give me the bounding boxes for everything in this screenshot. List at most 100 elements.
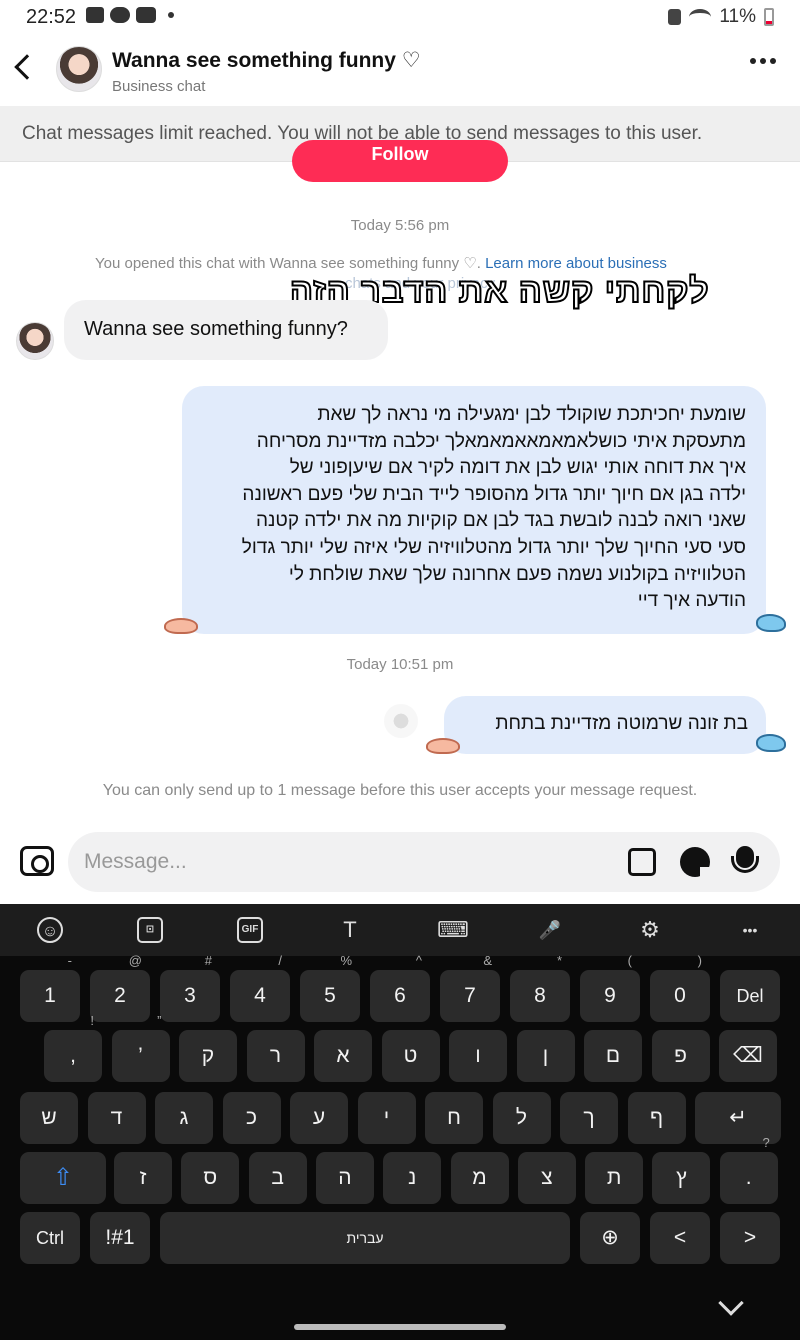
avatar[interactable] [56, 46, 102, 92]
key-0[interactable]: 0) [650, 954, 710, 1022]
key-row3-3[interactable]: כ [222, 1092, 281, 1144]
seal-sticker-icon [756, 614, 786, 632]
key-row2-9[interactable]: פ [651, 1030, 710, 1082]
key-row2-4[interactable]: א [314, 1030, 372, 1082]
key-row3-2[interactable]: ג [155, 1092, 213, 1144]
key-row3-4[interactable]: ע [290, 1092, 348, 1144]
hide-keyboard-icon[interactable] [718, 1290, 744, 1316]
sender-avatar[interactable] [16, 322, 54, 360]
dog-sticker-icon [164, 618, 198, 634]
cloud-icon [110, 7, 130, 23]
settings-gear-icon[interactable]: ⚙ [637, 917, 663, 943]
outgoing-message[interactable]: שומעת יחכיתכת שוקולד לבן ימגעילה מי נראה… [182, 386, 766, 634]
key-row4-8[interactable]: ת [585, 1152, 644, 1204]
outgoing-message-text: בת זונה שרמוטה מזדיינת בתחת [495, 713, 748, 734]
key-row2-2[interactable]: ק [179, 1030, 237, 1082]
system-icons: 11% [668, 6, 774, 28]
follow-button[interactable]: Follow [292, 140, 508, 182]
key-row3-9[interactable]: ף [627, 1092, 686, 1144]
key-row4-9[interactable]: ץ [652, 1152, 711, 1204]
sticker-icon[interactable]: ⊡ [137, 917, 163, 943]
emoji-icon[interactable]: ☺ [37, 917, 63, 943]
outgoing-message-text: שומעת יחכיתכת שוקולד לבן ימגעילה מי נראה… [241, 404, 746, 612]
key-row4-4[interactable]: ה [315, 1152, 374, 1204]
key-row4-6[interactable]: מ [450, 1152, 509, 1204]
key-row4-5[interactable]: נ [383, 1152, 442, 1204]
sending-indicator-icon [384, 704, 418, 738]
gallery-icon [86, 7, 104, 23]
space-key[interactable]: עברית [160, 1212, 570, 1264]
key-row2-0[interactable]: ,! [44, 1014, 102, 1082]
handwriting-icon[interactable]: T [337, 917, 363, 943]
key-8[interactable]: 8 * [510, 954, 570, 1022]
cursor-left-key[interactable]: < [650, 1212, 710, 1264]
learn-more-link[interactable]: Learn more about business [485, 255, 667, 272]
key-row2-1[interactable]: ’” [111, 1014, 170, 1082]
seal-sticker-icon [756, 734, 786, 752]
key-row4-7[interactable]: צ [517, 1152, 576, 1204]
key-row3-8[interactable]: ך [560, 1092, 618, 1144]
shift-key[interactable]: ⇧ [20, 1152, 106, 1204]
chat-header: Wanna see something funny ♡ Business cha… [0, 36, 800, 104]
message-input[interactable] [84, 850, 604, 874]
gif-icon[interactable]: GIF [237, 917, 263, 943]
sticker-icon[interactable] [680, 847, 712, 879]
key-row2-5[interactable]: ט [381, 1030, 440, 1082]
key-row4-1[interactable]: ז [114, 1152, 172, 1204]
key-row3-5[interactable]: י [357, 1092, 416, 1144]
key-row2-7[interactable]: ן [516, 1030, 575, 1082]
keyboard-toolbar: ☺ ⊡ GIF T ⌨ 🎤 ⚙ ••• [0, 904, 800, 956]
incoming-message-text: Wanna see something funny? [84, 318, 348, 340]
timestamp: Today 5:56 pm [350, 217, 450, 234]
key-2[interactable]: 2 @ [90, 954, 150, 1022]
language-globe-key[interactable]: ⊕ [580, 1212, 640, 1264]
key-row2-3[interactable]: ר [246, 1030, 305, 1082]
back-arrow-icon[interactable] [14, 54, 40, 80]
keyboard: ☺ ⊡ GIF T ⌨ 🎤 ⚙ ••• 1-2 @3 #4/5% 6 ^ 7 & 8 * 9(0)… [0, 904, 800, 1340]
chat-subtitle: Business chat [112, 78, 206, 95]
key-9[interactable]: 9( [580, 954, 640, 1022]
message-composer [68, 832, 780, 892]
key-row3-1[interactable]: ד [87, 1092, 146, 1144]
status-time: 22:52 [26, 6, 77, 28]
key-row3-6[interactable]: ח [425, 1092, 483, 1144]
cursor-right-key[interactable]: > [720, 1212, 780, 1264]
outgoing-message[interactable]: בת זונה שרמוטה מזדיינת בתחת [444, 696, 766, 754]
key-row2-8[interactable]: ם [584, 1030, 642, 1082]
key-row3-0[interactable]: ש [20, 1092, 78, 1144]
delete-key[interactable]: Del [720, 970, 780, 1022]
chat-title[interactable]: Wanna see something funny ♡ [112, 48, 421, 73]
message-limit-note: You can only send up to 1 message before… [102, 782, 698, 799]
key-row4-10[interactable]: .? [719, 1136, 778, 1204]
status-bar: 22:52 11% [0, 0, 800, 34]
opened-note-text: You opened this chat with Wanna see some… [95, 255, 481, 272]
key-5[interactable]: 5% [300, 954, 360, 1022]
camera-icon[interactable] [20, 846, 54, 876]
more-options-icon[interactable] [750, 58, 776, 64]
dog-sticker-icon [426, 738, 460, 754]
gesture-navigation-bar[interactable] [294, 1324, 506, 1330]
key-row4-2[interactable]: ס [181, 1152, 240, 1204]
backspace-key[interactable]: ⌫ [719, 1030, 777, 1082]
ctrl-key[interactable]: Ctrl [20, 1212, 80, 1264]
image-icon[interactable] [628, 848, 656, 876]
wifi-icon [689, 9, 712, 25]
key-6[interactable]: 6 ^ [370, 954, 430, 1022]
more-icon[interactable]: ••• [737, 917, 763, 943]
youtube-icon [136, 7, 156, 23]
lock-icon [668, 9, 682, 25]
battery-icon [764, 8, 774, 26]
key-1[interactable]: 1- [20, 954, 80, 1022]
key-row4-3[interactable]: ב [248, 1152, 307, 1204]
key-7[interactable]: 7 & [440, 954, 500, 1022]
key-4[interactable]: 4/ [230, 954, 290, 1022]
microphone-icon[interactable] [731, 846, 759, 873]
keyboard-layout-icon[interactable]: ⌨ [437, 917, 469, 943]
key-row2-6[interactable]: ו [449, 1030, 507, 1082]
follow-label: Follow [371, 144, 429, 164]
key-3[interactable]: 3 # [160, 954, 220, 1022]
key-row3-7[interactable]: ל [492, 1092, 551, 1144]
incoming-message[interactable]: Wanna see something funny? [64, 300, 388, 360]
symbols-key[interactable]: !#1 [90, 1212, 150, 1264]
voice-input-icon[interactable]: 🎤 [537, 917, 563, 943]
